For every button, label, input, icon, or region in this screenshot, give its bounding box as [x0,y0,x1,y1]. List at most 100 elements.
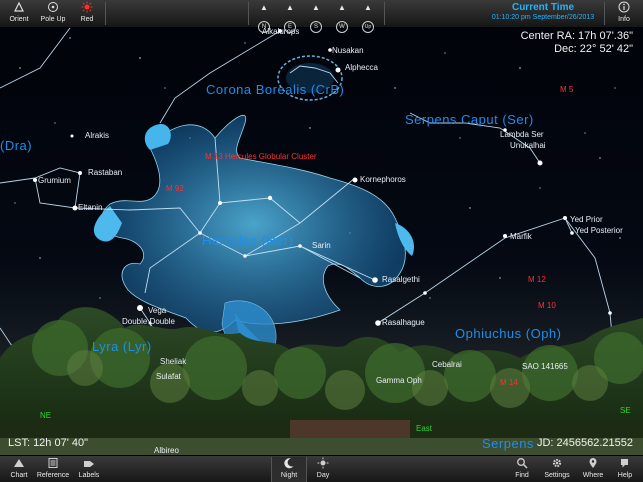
day-label: Day [316,472,330,479]
center-dec-readout: Dec: 22° 52' 42" [554,43,633,55]
star-label-unukalhai[interactable]: Unukalhai [510,141,546,150]
toolbar-divider [384,2,385,25]
top-toolbar: Orient Pole Up Red ▲ N ▲ E ▲ S ▲ W ▲ Up … [0,0,643,33]
find-button[interactable]: Find [505,457,539,482]
star-label-nusakan[interactable]: Nusakan [332,46,364,55]
info-label: Info [618,16,630,23]
help-icon [608,457,642,471]
location-pin-icon [576,457,610,471]
labels-label: Labels [78,472,100,479]
lst-readout: LST: 12h 07' 40" [8,437,89,449]
reference-label: Reference [36,472,70,479]
star-label-eltanin[interactable]: Eltanin [78,203,102,212]
dso-label-m92[interactable]: M 92 [166,184,184,193]
reference-icon [34,457,72,471]
help-button[interactable]: Help [608,457,642,482]
star-label-yed-prior[interactable]: Yed Prior [570,215,603,224]
star-label-gamma-oph[interactable]: Gamma Oph [376,376,422,385]
orient-button[interactable]: Orient [2,1,36,26]
star-label-sheliak[interactable]: Sheliak [160,357,186,366]
info-icon [607,1,641,15]
sky-chart[interactable]: Corona Borealis (CrB) Serpens Caput (Ser… [0,27,643,455]
star-label-grumium[interactable]: Grumium [38,176,71,185]
night-icon [272,457,306,471]
chart-icon [2,457,36,471]
settings-label: Settings [544,472,570,479]
compass-up-button[interactable]: ▲ Up [354,1,382,33]
sky-labels: Corona Borealis (CrB) Serpens Caput (Ser… [0,27,643,455]
red-mode-icon [70,1,104,15]
night-button[interactable]: Night [271,457,307,482]
compass-south-button[interactable]: ▲ S [302,1,330,33]
labels-button[interactable]: Labels [72,457,106,482]
star-label-rasalhague[interactable]: Rasalhague [382,318,425,327]
compass-up-letter: Up [362,21,374,33]
dso-label-m5[interactable]: M 5 [560,85,573,94]
star-label-vega[interactable]: Vega [148,306,166,315]
where-button[interactable]: Where [576,457,610,482]
constellation-label-hercules[interactable]: Hercules (Her) [202,233,294,248]
compass-west-button[interactable]: ▲ W [328,1,356,33]
reference-button[interactable]: Reference [34,457,72,482]
dso-label-m10[interactable]: M 10 [538,301,556,310]
constellation-label-serpens[interactable]: Serpens [482,436,534,451]
chart-label: Chart [10,472,28,479]
star-label-cebalrai[interactable]: Cebalrai [432,360,462,369]
pole-up-icon [36,1,70,15]
pole-up-label: Pole Up [40,16,66,23]
star-label-alrakis[interactable]: Alrakis [85,131,109,140]
night-label: Night [280,472,298,479]
jd-readout: JD: 2456562.21552 [536,437,633,449]
chevron-up-icon: ▲ [338,3,346,12]
sky-app: Orient Pole Up Red ▲ N ▲ E ▲ S ▲ W ▲ Up … [0,0,643,482]
dso-label-m14[interactable]: M 14 [500,378,518,387]
chart-button[interactable]: Chart [2,457,36,482]
red-mode-label: Red [80,16,94,23]
star-label-yed-posterior[interactable]: Yed Posterior [575,226,623,235]
dso-label-m13[interactable]: M 13 Hercules Globular Cluster [205,152,317,161]
star-label-albireo[interactable]: Albireo [154,446,179,455]
constellation-label-corona-borealis[interactable]: Corona Borealis (CrB) [206,82,344,97]
day-button[interactable]: Day [306,457,340,482]
compass-north-letter: N [258,21,270,33]
horizon-label-se: SE [620,406,631,415]
chevron-up-icon: ▲ [286,3,294,12]
constellation-label-serpens-caput[interactable]: Serpens Caput (Ser) [405,112,534,127]
search-icon [505,457,539,471]
settings-button[interactable]: Settings [539,457,575,482]
chevron-up-icon: ▲ [364,3,372,12]
star-label-alphecca[interactable]: Alphecca [345,63,378,72]
labels-icon [72,457,106,471]
toolbar-divider [105,2,106,25]
day-icon [306,457,340,471]
constellation-label-draco[interactable]: (Dra) [0,138,32,153]
star-label-kornephoros[interactable]: Kornephoros [360,175,406,184]
center-ra-readout: Center RA: 17h 07'.36" [520,30,633,42]
chevron-up-icon: ▲ [312,3,320,12]
pole-up-button[interactable]: Pole Up [36,1,70,26]
star-label-lambda-ser[interactable]: Lambda Ser [500,130,544,139]
find-label: Find [515,472,529,479]
horizon-label-ne: NE [40,411,52,420]
compass-east-button[interactable]: ▲ E [276,1,304,33]
star-label-rastaban[interactable]: Rastaban [88,168,122,177]
compass-north-button[interactable]: ▲ N [250,1,278,33]
constellation-label-ophiuchus[interactable]: Ophiuchus (Oph) [455,326,562,341]
current-time-date: 01:10:20 pm September/26/2013 [491,14,595,21]
star-label-sao-141665[interactable]: SAO 141665 [522,362,568,371]
orient-label: Orient [9,16,29,23]
constellation-label-lyra[interactable]: Lyra (Lyr) [92,339,152,354]
current-time-title: Current Time [511,2,575,13]
star-label-double-double[interactable]: Double Double [122,317,175,326]
compass-south-letter: S [310,21,322,33]
red-mode-button[interactable]: Red [70,1,104,26]
star-label-marfik[interactable]: Marfik [510,232,532,241]
star-label-rasalgethi[interactable]: Rasalgethi [382,275,420,284]
star-label-sarin[interactable]: Sarin [312,241,331,250]
dso-label-m12[interactable]: M 12 [528,275,546,284]
where-label: Where [582,472,604,479]
current-time-button[interactable]: Current Time 01:10:20 pm September/26/20… [483,2,603,23]
compass-west-letter: W [336,21,348,33]
star-label-sulafat[interactable]: Sulafat [156,372,181,381]
info-button[interactable]: Info [607,1,641,26]
